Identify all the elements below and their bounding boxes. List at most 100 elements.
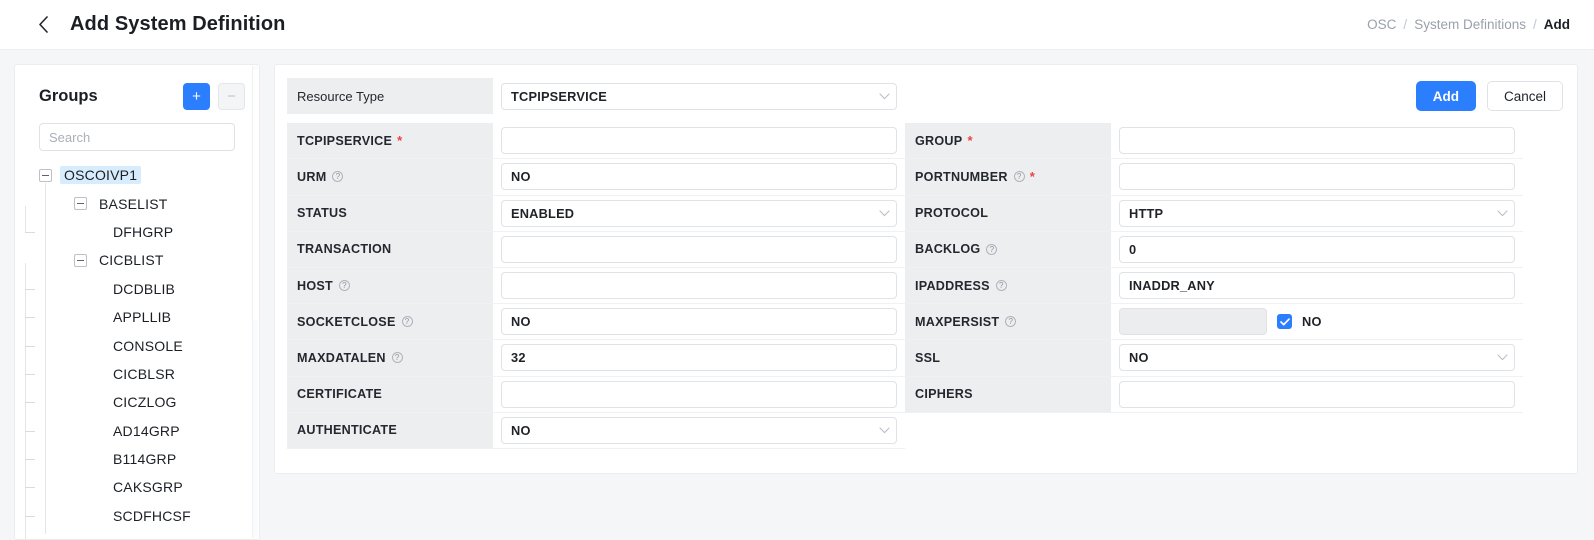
tree-node-console[interactable]: CONSOLE bbox=[39, 331, 259, 359]
groups-sidebar: Groups + − OSCOIVP1 BAS bbox=[14, 64, 260, 540]
chevron-down-icon bbox=[879, 427, 890, 434]
help-circle-icon[interactable]: ? bbox=[986, 244, 997, 255]
label-text: TCPIPSERVICE bbox=[297, 134, 392, 148]
tree-node-label[interactable]: OSCOIVP1 bbox=[60, 166, 141, 184]
tcpipservice-input[interactable] bbox=[501, 127, 897, 154]
tree-node-label[interactable]: SCDFHCSF bbox=[109, 507, 195, 525]
cancel-button[interactable]: Cancel bbox=[1487, 81, 1563, 111]
collapse-toggle-icon[interactable] bbox=[39, 169, 52, 182]
tree-node-label[interactable]: BASELIST bbox=[95, 195, 172, 213]
host-input[interactable] bbox=[501, 272, 897, 299]
search-input[interactable] bbox=[40, 124, 234, 150]
transaction-input[interactable] bbox=[501, 236, 897, 263]
field-cell-ciphers bbox=[1111, 377, 1523, 413]
field-label-tcpipservice: TCPIPSERVICE * bbox=[287, 123, 493, 159]
urm-input[interactable]: NO bbox=[501, 163, 897, 190]
help-circle-icon[interactable]: ? bbox=[339, 280, 350, 291]
chevron-down-icon bbox=[1497, 210, 1508, 217]
tree-node-label[interactable]: APPLLIB bbox=[109, 308, 175, 326]
breadcrumb-section[interactable]: System Definitions bbox=[1414, 17, 1526, 32]
tree-node-cicblist[interactable]: CICBLIST bbox=[39, 246, 259, 274]
maxpersist-checkbox[interactable] bbox=[1277, 314, 1292, 329]
backlog-input[interactable]: 0 bbox=[1119, 236, 1515, 263]
socketclose-input[interactable]: NO bbox=[501, 308, 897, 335]
ciphers-input[interactable] bbox=[1119, 381, 1515, 408]
sidebar-scrollbar-thumb[interactable] bbox=[253, 70, 259, 320]
field-label-urm: URM ? bbox=[287, 159, 493, 195]
help-circle-icon[interactable]: ? bbox=[332, 171, 343, 182]
tree-node-ad14grp[interactable]: AD14GRP bbox=[39, 417, 259, 445]
tree-node-applib[interactable]: APPLLIB bbox=[39, 303, 259, 331]
field-value: NO bbox=[511, 169, 887, 184]
page-title: Add System Definition bbox=[70, 13, 285, 36]
tree-node-cicblsr[interactable]: CICBLSR bbox=[39, 360, 259, 388]
field-label-empty bbox=[905, 413, 1111, 449]
tree-node-baselist[interactable]: BASELIST bbox=[39, 189, 259, 217]
tree-node-oscoivp1[interactable]: OSCOIVP1 bbox=[39, 161, 259, 189]
tree-node-dcdblib[interactable]: DCDBLIB bbox=[39, 275, 259, 303]
tree-node-label[interactable]: CONSOLE bbox=[109, 337, 187, 355]
chevron-down-icon bbox=[879, 93, 890, 100]
tree-node-label[interactable]: CICBLIST bbox=[95, 251, 168, 269]
add-button[interactable]: Add bbox=[1416, 81, 1476, 111]
group-input[interactable] bbox=[1119, 127, 1515, 154]
label-text: BACKLOG bbox=[915, 242, 980, 256]
chevron-down-icon bbox=[1497, 354, 1508, 361]
groups-tree: OSCOIVP1 BASELIST DFHGRP CICBLIST DCDBLI… bbox=[15, 161, 259, 530]
field-value: 0 bbox=[1129, 242, 1505, 257]
field-cell-tcpipservice bbox=[493, 123, 905, 159]
field-value: HTTP bbox=[1129, 206, 1497, 221]
certificate-input[interactable] bbox=[501, 381, 897, 408]
protocol-select[interactable]: HTTP bbox=[1119, 200, 1515, 227]
add-group-button[interactable]: + bbox=[183, 83, 210, 110]
tree-node-label[interactable]: AD14GRP bbox=[109, 422, 184, 440]
tree-node-label[interactable]: DCDBLIB bbox=[109, 280, 179, 298]
tree-node-scdfhcsf[interactable]: SCDFHCSF bbox=[39, 502, 259, 530]
field-cell-host bbox=[493, 268, 905, 304]
help-circle-icon[interactable]: ? bbox=[392, 352, 403, 363]
ipaddress-input[interactable]: INADDR_ANY bbox=[1119, 272, 1515, 299]
field-cell-portnumber bbox=[1111, 159, 1523, 195]
maxdatalen-input[interactable]: 32 bbox=[501, 344, 897, 371]
remove-group-button[interactable]: − bbox=[218, 83, 245, 110]
collapse-toggle-icon[interactable] bbox=[74, 197, 87, 210]
label-text: Resource Type bbox=[297, 89, 384, 104]
help-circle-icon[interactable]: ? bbox=[1005, 316, 1016, 327]
tree-node-ciczlog[interactable]: CICZLOG bbox=[39, 388, 259, 416]
help-circle-icon[interactable]: ? bbox=[996, 280, 1007, 291]
tree-node-label[interactable]: CICBLSR bbox=[109, 365, 179, 383]
tree-node-label[interactable]: DFHGRP bbox=[109, 223, 177, 241]
back-chevron-icon[interactable] bbox=[34, 16, 52, 34]
field-value: NO bbox=[511, 423, 879, 438]
field-label-host: HOST ? bbox=[287, 268, 493, 304]
field-cell-urm: NO bbox=[493, 159, 905, 195]
portnumber-input[interactable] bbox=[1119, 163, 1515, 190]
field-cell-ipaddress: INADDR_ANY bbox=[1111, 268, 1523, 304]
tree-node-label[interactable]: CICZLOG bbox=[109, 393, 181, 411]
tree-node-b114grp[interactable]: B114GRP bbox=[39, 445, 259, 473]
field-label-backlog: BACKLOG ? bbox=[905, 232, 1111, 268]
body-wrapper: Groups + − OSCOIVP1 BAS bbox=[0, 50, 1594, 540]
help-circle-icon[interactable]: ? bbox=[402, 316, 413, 327]
search-icon[interactable] bbox=[234, 124, 235, 150]
resource-type-select[interactable]: TCPIPSERVICE bbox=[501, 83, 897, 110]
tree-node-dfhgrp[interactable]: DFHGRP bbox=[39, 218, 259, 246]
breadcrumb-root[interactable]: OSC bbox=[1367, 17, 1396, 32]
breadcrumb: OSC / System Definitions / Add bbox=[1367, 17, 1570, 32]
field-label-status: STATUS bbox=[287, 196, 493, 232]
required-indicator: * bbox=[397, 133, 402, 148]
sidebar-scrollbar[interactable] bbox=[252, 66, 258, 538]
ssl-select[interactable]: NO bbox=[1119, 344, 1515, 371]
help-circle-icon[interactable]: ? bbox=[1014, 171, 1025, 182]
tree-node-caksgrp[interactable]: CAKSGRP bbox=[39, 473, 259, 501]
tree-node-label[interactable]: B114GRP bbox=[109, 450, 180, 468]
tree-node-label[interactable]: CAKSGRP bbox=[109, 478, 187, 496]
field-label-group: GROUP * bbox=[905, 123, 1111, 159]
label-text: TRANSACTION bbox=[297, 242, 391, 256]
status-select[interactable]: ENABLED bbox=[501, 200, 897, 227]
collapse-toggle-icon[interactable] bbox=[74, 254, 87, 267]
tree-branch-line bbox=[25, 232, 35, 233]
resource-type-selected-value: TCPIPSERVICE bbox=[511, 89, 879, 104]
label-text: URM bbox=[297, 170, 326, 184]
authenticate-select[interactable]: NO bbox=[501, 417, 897, 444]
